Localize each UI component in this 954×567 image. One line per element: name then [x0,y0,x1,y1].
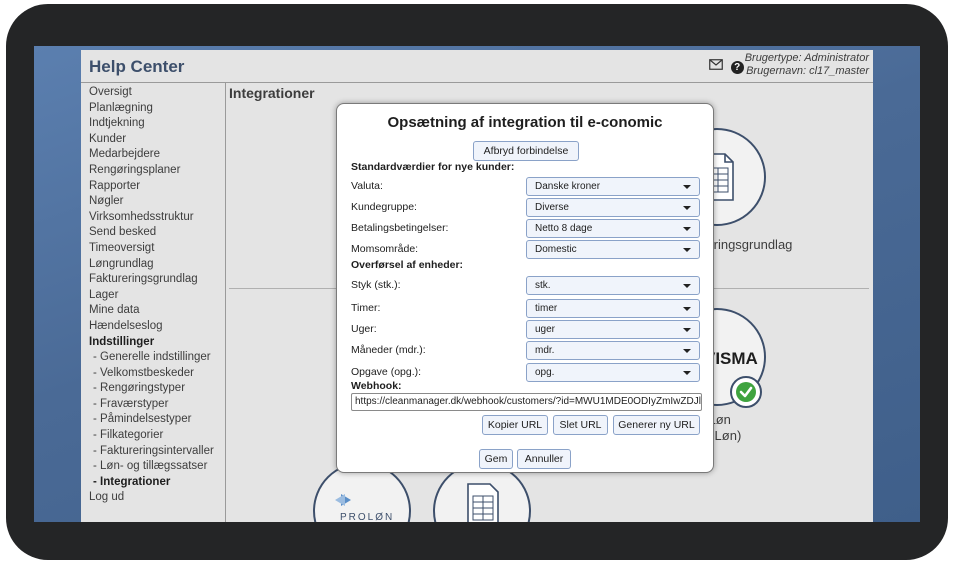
unit-stk-label: Styk (stk.): [351,279,401,291]
customer-group-label: Kundegruppe: [351,201,417,213]
unit-stk-select[interactable]: stk. [526,276,700,295]
sidebar-item-indstillinger[interactable]: Indstillinger [89,335,229,351]
chevron-down-icon [683,206,691,210]
delete-url-button[interactable]: Slet URL [553,415,608,435]
currency-label: Valuta: [351,180,383,192]
unit-mdr-label: Måneder (mdr.): [351,344,426,356]
sidebar-item-log-ud[interactable]: Log ud [89,490,229,506]
chevron-down-icon [683,248,691,252]
sidebar-item-loengrundlag[interactable]: Løngrundlag [89,257,229,273]
user-type: Brugertype: Administrator [744,52,869,64]
sidebar-item-paamindelsestyper[interactable]: - Påmindelsestyper [89,412,229,428]
currency-value: Danske kroner [535,181,601,192]
sidebar-item-medarbejdere[interactable]: Medarbejdere [89,147,229,163]
customer-group-select[interactable]: Diverse [526,198,700,217]
generate-url-button[interactable]: Generer ny URL [613,415,700,435]
unit-timer-label: Timer: [351,302,381,314]
currency-select[interactable]: Danske kroner [526,177,700,196]
sidebar-item-lager[interactable]: Lager [89,288,229,304]
page-title: Integrationer [229,85,315,101]
sidebar-item-rengoeringsplaner[interactable]: Rengøringsplaner [89,163,229,179]
help-icon[interactable]: ? [730,61,744,74]
user-name: Brugernavn: cl17_master [746,65,869,77]
modal-title: Opsætning af integration til e-conomic [387,114,663,131]
chevron-down-icon [683,284,691,288]
unit-timer-value: timer [535,303,558,314]
mail-icon[interactable] [709,58,723,73]
section-customers-label: Standardværdier for nye kunder: [351,161,515,173]
sidebar-item-rapporter[interactable]: Rapporter [89,179,229,195]
unit-stk-value: stk. [535,280,551,291]
unit-uger-value: uger [535,324,556,335]
sidebar-item-planlaegning[interactable]: Planlægning [89,101,229,117]
chevron-down-icon [683,328,691,332]
unit-mdr-select[interactable]: mdr. [526,341,700,360]
payment-terms-select[interactable]: Netto 8 dage [526,219,700,238]
app-header: Help Center ? Brugertype: Administrator … [81,50,873,82]
save-button[interactable]: Gem [479,449,513,469]
sidebar-item-timeoversigt[interactable]: Timeoversigt [89,241,229,257]
sidebar-item-faktureringsintervaller[interactable]: - Faktureringsintervaller [89,444,229,460]
svg-text:PROLØN: PROLØN [340,512,394,522]
cancel-button[interactable]: Annuller [517,449,571,469]
unit-mdr-value: mdr. [535,345,555,356]
vat-zone-value: Domestic [535,244,577,255]
sidebar-item-indtjekning[interactable]: Indtjekning [89,116,229,132]
sidebar-item-oversigt[interactable]: Oversigt [89,85,229,101]
sidebar-item-send-besked[interactable]: Send besked [89,225,229,241]
chevron-down-icon [683,227,691,231]
unit-timer-select[interactable]: timer [526,299,700,318]
sidebar-item-noegler[interactable]: Nøgler [89,194,229,210]
sidebar-item-velkomstbeskeder[interactable]: - Velkomstbeskeder [89,366,229,382]
section-units-label: Overførsel af enheder: [351,259,464,271]
sidebar: Oversigt Planlægning Indtjekning Kunder … [89,85,229,506]
screen: Help Center ? Brugertype: Administrator … [34,46,920,522]
payment-terms-value: Netto 8 dage [535,223,593,234]
sidebar-item-fravaerstyper[interactable]: - Fraværstyper [89,397,229,413]
chevron-down-icon [683,371,691,375]
section-webhook-label: Webhook: [351,380,402,392]
vat-zone-label: Momsområde: [351,243,419,255]
sidebar-item-kunder[interactable]: Kunder [89,132,229,148]
user-info: Brugertype: Administrator Brugernavn: cl… [745,52,869,78]
disconnect-button[interactable]: Afbryd forbindelse [473,141,579,161]
chevron-down-icon [683,307,691,311]
chevron-down-icon [683,349,691,353]
copy-url-button[interactable]: Kopier URL [482,415,548,435]
payment-terms-label: Betalingsbetingelser: [351,222,449,234]
sidebar-item-generelle-indstillinger[interactable]: - Generelle indstillinger [89,350,229,366]
unit-opg-select[interactable]: opg. [526,363,700,382]
sidebar-item-haendelseslog[interactable]: Hændelseslog [89,319,229,335]
unit-opg-value: opg. [535,367,555,378]
header-icons: ? [709,58,748,74]
app-title: Help Center [89,57,185,76]
sidebar-item-rengoeringstyper[interactable]: - Rengøringstyper [89,381,229,397]
vat-zone-select[interactable]: Domestic [526,240,700,259]
sidebar-item-mine-data[interactable]: Mine data [89,303,229,319]
customer-group-value: Diverse [535,202,569,213]
sidebar-item-virksomhedsstruktur[interactable]: Virksomhedsstruktur [89,210,229,226]
webhook-url-field[interactable]: https://cleanmanager.dk/webhook/customer… [351,393,702,411]
check-badge-icon [730,376,762,408]
unit-uger-select[interactable]: uger [526,320,700,339]
integration-modal: Opsætning af integration til e-conomic A… [336,103,714,473]
chevron-down-icon [683,185,691,189]
unit-opg-label: Opgave (opg.): [351,366,422,378]
sidebar-item-faktureringsgrundlag[interactable]: Faktureringsgrundlag [89,272,229,288]
app-window: Help Center ? Brugertype: Administrator … [81,50,873,522]
sidebar-item-integrationer[interactable]: - Integrationer [89,475,229,491]
unit-uger-label: Uger: [351,323,377,335]
sidebar-item-filkategorier[interactable]: - Filkategorier [89,428,229,444]
sidebar-item-loen-og-tillaegssatser[interactable]: - Løn- og tillægssatser [89,459,229,475]
